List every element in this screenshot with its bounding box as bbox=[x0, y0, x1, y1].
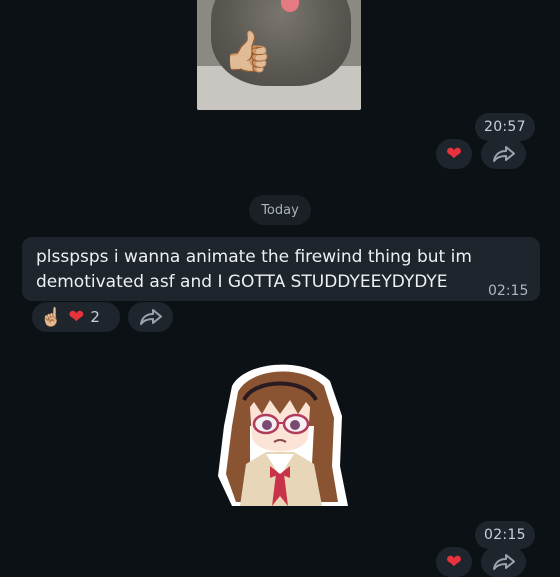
forward-icon bbox=[139, 309, 162, 325]
anime-girl-sticker[interactable] bbox=[210, 356, 350, 512]
message-text: plsspsps i wanna animate the firewind th… bbox=[36, 247, 472, 292]
reaction-heart[interactable]: ❤ bbox=[436, 139, 472, 169]
heart-icon: ❤ bbox=[68, 305, 85, 328]
heart-icon: ❤ bbox=[446, 142, 462, 165]
reaction-count: 2 bbox=[90, 308, 100, 326]
forward-icon bbox=[492, 146, 515, 162]
point-up-icon: ☝🏼 bbox=[40, 306, 63, 328]
message-time: 02:15 bbox=[488, 283, 529, 299]
reactions-group[interactable]: ☝🏼 ❤ 2 bbox=[32, 302, 120, 332]
forward-button[interactable] bbox=[128, 302, 173, 332]
thumbs-up-icon: 👍🏼 bbox=[223, 29, 273, 75]
anime-girl-illustration bbox=[218, 364, 348, 506]
forward-button[interactable] bbox=[481, 547, 526, 577]
heart-icon: ❤ bbox=[446, 550, 462, 573]
message-time: 02:15 bbox=[475, 521, 535, 549]
reaction-heart[interactable]: ❤ bbox=[436, 547, 472, 577]
forward-button[interactable] bbox=[481, 139, 526, 169]
forward-icon bbox=[492, 554, 515, 570]
cat-tongue bbox=[281, 0, 299, 12]
date-separator: Today bbox=[249, 195, 311, 225]
cat-sticker[interactable]: 👍🏼 bbox=[197, 0, 361, 110]
message-bubble[interactable]: plsspsps i wanna animate the firewind th… bbox=[22, 237, 540, 301]
message-time: 20:57 bbox=[475, 113, 535, 141]
